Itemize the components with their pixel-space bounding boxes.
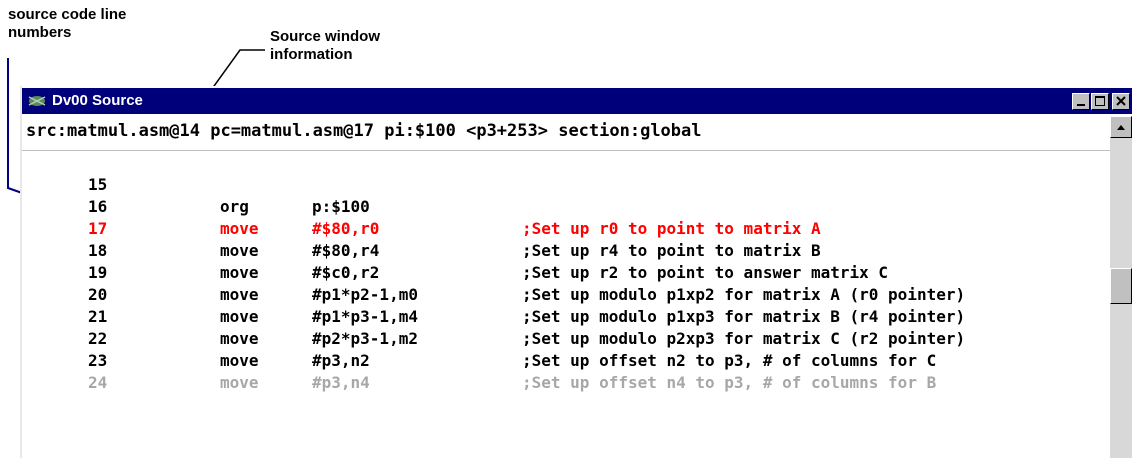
line-number: 16 <box>88 197 108 216</box>
opcode: move <box>220 285 259 304</box>
line-number: 19 <box>88 263 108 282</box>
opcode: org <box>220 197 249 216</box>
operand: p:$100 <box>312 197 370 216</box>
debugger-app-icon <box>28 96 46 106</box>
source-view[interactable]: src:matmul.asm@14 pc=matmul.asm@17 pi:$1… <box>22 116 1110 458</box>
comment: ;Set up offset n4 to p3, # of columns fo… <box>522 373 937 392</box>
annotation-line-numbers: source code line numbers <box>8 6 127 41</box>
vertical-scrollbar[interactable] <box>1110 116 1132 458</box>
operand: #p3,n2 <box>312 351 370 370</box>
operand: #$80,r0 <box>312 219 380 238</box>
line-number: 24 <box>88 373 108 392</box>
operand: #p1*p3-1,m4 <box>312 307 418 326</box>
comment: ;Set up modulo p2xp3 for matrix C (r2 po… <box>522 329 966 348</box>
opcode: move <box>220 373 259 392</box>
line-number: 23 <box>88 351 108 370</box>
opcode: move <box>220 263 259 282</box>
line-number: 21 <box>88 307 108 326</box>
comment: ;Set up modulo p1xp3 for matrix B (r4 po… <box>522 307 966 326</box>
line-number: 18 <box>88 241 108 260</box>
window-title: Dv00 Source <box>52 92 143 109</box>
arrow-up-icon <box>1117 125 1125 130</box>
source-window: Dv00 Source src:matmul.asm@14 pc=matmul.… <box>20 86 1132 458</box>
close-icon <box>1116 96 1126 106</box>
operand: #$c0,r2 <box>312 263 380 282</box>
comment: ;Set up r2 to point to answer matrix C <box>522 263 889 282</box>
opcode: move <box>220 351 259 370</box>
source-window-info: src:matmul.asm@14 pc=matmul.asm@17 pi:$1… <box>26 121 702 141</box>
opcode: move <box>220 241 259 260</box>
operand: #p2*p3-1,m2 <box>312 329 418 348</box>
operand: #p3,n4 <box>312 373 370 392</box>
line-number: 22 <box>88 329 108 348</box>
scroll-thumb[interactable] <box>1110 268 1132 304</box>
scroll-up-button[interactable] <box>1110 116 1132 138</box>
opcode: move <box>220 329 259 348</box>
operand: #$80,r4 <box>312 241 380 260</box>
divider <box>22 150 1110 151</box>
comment: ;Set up modulo p1xp2 for matrix A (r0 po… <box>522 285 966 304</box>
minimize-button[interactable] <box>1072 93 1090 110</box>
comment: ;Set up r4 to point to matrix B <box>522 241 821 260</box>
opcode: move <box>220 219 259 238</box>
maximize-button[interactable] <box>1091 93 1109 110</box>
close-button[interactable] <box>1112 93 1130 110</box>
minimize-icon <box>1077 104 1085 106</box>
annotation-window-info: Source window information <box>270 28 381 63</box>
title-bar[interactable]: Dv00 Source <box>22 88 1132 114</box>
opcode: move <box>220 307 259 326</box>
comment: ;Set up offset n2 to p3, # of columns fo… <box>522 351 937 370</box>
line-number: 20 <box>88 285 108 304</box>
line-number: 17 <box>88 219 108 238</box>
line-number: 15 <box>88 175 108 194</box>
maximize-icon <box>1095 96 1105 106</box>
operand: #p1*p2-1,m0 <box>312 285 418 304</box>
comment: ;Set up r0 to point to matrix A <box>522 219 821 238</box>
